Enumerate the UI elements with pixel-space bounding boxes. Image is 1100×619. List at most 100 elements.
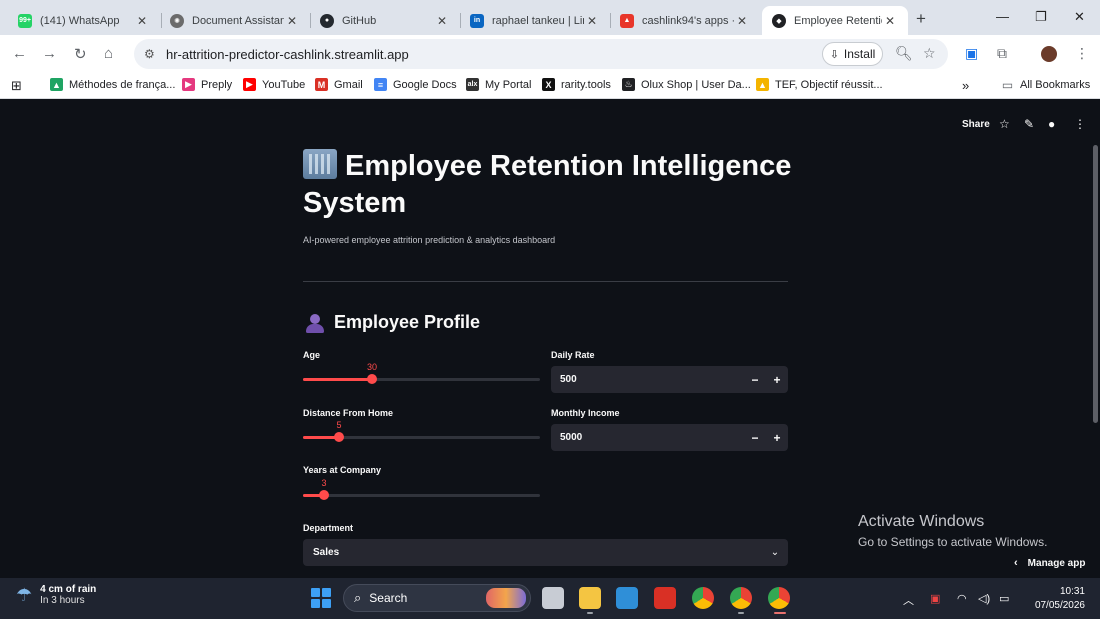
chevron-down-icon[interactable]: ⌄ [762,547,788,558]
openai-icon: ✺ [170,13,184,28]
distance-slider[interactable]: 5 [303,420,540,452]
bookmark-item[interactable]: ▶ YouTube [243,78,305,91]
bookmark-item[interactable]: ▲ TEF, Objectif réussit... [756,78,883,91]
bookmark-item[interactable]: ♨ Olux Shop | User Da... [622,78,751,91]
tab-title: raphael tankeu | Linkedin [492,14,584,27]
close-icon[interactable]: ✕ [584,14,600,28]
home-icon[interactable]: ⌂ [104,45,113,62]
forward-icon[interactable]: → [42,45,57,62]
tab-title: Document Assistant [192,14,284,27]
browser-tab-bar: 99+ (141) WhatsApp ✕ ✺ Document Assistan… [0,0,1100,35]
decrement-button[interactable]: − [744,431,766,445]
bookmark-item[interactable]: Xrarity.tools [542,78,611,91]
menu-kebab-icon[interactable]: ⋮ [1074,117,1086,131]
close-icon[interactable]: ✕ [134,14,150,28]
tab-title: GitHub [342,14,377,27]
chrome-icon[interactable] [692,587,714,609]
monthly-income-input[interactable]: 5000 − + [551,424,788,451]
bookmark-item[interactable]: ▶ Preply [182,78,232,91]
close-icon[interactable]: ✕ [284,14,300,28]
search-label: Search [369,591,408,605]
slider-thumb[interactable] [334,432,344,442]
edit-pencil-icon[interactable]: ✎ [1024,117,1034,131]
close-icon[interactable]: ✕ [882,14,898,28]
streamlit-icon: ▲ [620,13,634,28]
volume-icon[interactable]: ◁) [978,592,990,605]
address-url[interactable]: hr-attrition-predictor-cashlink.streamli… [166,47,409,62]
chevron-up-icon[interactable]: ︿ [903,592,914,608]
zoom-icon[interactable]: 🔍︎ [895,45,913,62]
bookmark-item[interactable]: alx My Portal [466,78,531,91]
star-icon[interactable]: ☆ [999,117,1010,131]
tab-linkedin[interactable]: in raphael tankeu | Linkedin ✕ [460,6,610,35]
github-icon[interactable]: ● [1048,117,1055,131]
chrome-profile-icon[interactable] [730,587,752,609]
page-scrollbar[interactable] [1093,145,1098,423]
apps-grid-icon[interactable]: ⊞ [11,78,22,94]
increment-button[interactable]: + [766,431,788,445]
pdf-reader-icon[interactable] [654,587,676,609]
close-window-icon[interactable]: ✕ [1074,9,1085,25]
new-tab-icon[interactable]: + [916,9,926,29]
department-select[interactable]: Sales ⌄ [303,539,788,566]
close-icon[interactable]: ✕ [434,14,450,28]
age-label: Age [303,350,321,360]
slider-fill [303,378,372,381]
bookmark-item[interactable]: M Gmail [315,78,363,91]
running-indicator [738,612,744,614]
docs-icon: ≡ [374,78,387,91]
taskbar-clock[interactable]: 10:31 07/05/2026 [1030,585,1085,613]
back-icon[interactable]: ← [12,45,27,62]
store-icon[interactable] [616,587,638,609]
bookmark-item[interactable]: ≡ Google Docs [374,78,457,91]
drive-icon: ▲ [50,78,63,91]
search-icon: ⌕ [354,590,362,605]
taskbar-search[interactable]: ⌕ Search [343,584,531,612]
daily-rate-input[interactable]: 500 − + [551,366,788,393]
extension-icon[interactable]: ▣ [965,45,978,62]
tab-employee-retention[interactable]: ◆ Employee Retention ✕ [762,6,908,35]
menu-kebab-icon[interactable]: ⋮ [1075,45,1089,62]
extensions-puzzle-icon[interactable]: ⧉ [997,45,1007,62]
age-slider[interactable]: 30 [303,362,540,394]
slider-thumb[interactable] [319,490,329,500]
chrome-active-icon[interactable] [768,587,790,609]
more-bookmarks-icon[interactable]: » [962,78,969,93]
bookmark-star-icon[interactable]: ☆ [923,45,936,62]
close-icon[interactable]: ✕ [734,14,750,28]
department-value[interactable]: Sales [303,547,762,558]
tray-app-icon[interactable]: ▣ [930,592,940,605]
reload-icon[interactable]: ↻ [74,45,87,63]
minimize-icon[interactable]: — [996,9,1009,24]
flame-icon: ♨ [622,78,635,91]
windows-start-icon[interactable] [311,588,331,608]
page-title: Employee Retention Intelligence System [303,149,792,219]
watermark-title: Activate Windows [858,513,985,530]
slider-thumb[interactable] [367,374,377,384]
decrement-button[interactable]: − [744,373,766,387]
increment-button[interactable]: + [766,373,788,387]
file-explorer-icon[interactable] [579,587,601,609]
weather-widget[interactable]: ☂ 4 cm of rain In 3 hours [16,584,96,606]
site-info-icon[interactable]: ⚙ [144,47,158,61]
slider-track[interactable] [303,494,540,497]
bookmark-item[interactable]: ▲ Méthodes de frança... [50,78,175,91]
daily-rate-value[interactable]: 500 [551,374,744,385]
restore-icon[interactable]: ❐ [1035,9,1047,25]
all-bookmarks[interactable]: ▭ All Bookmarks [1001,78,1090,92]
tab-github[interactable]: ● GitHub ✕ [310,6,460,35]
tab-whatsapp[interactable]: 99+ (141) WhatsApp ✕ [8,6,160,35]
monthly-income-value[interactable]: 5000 [551,432,744,443]
install-app-button[interactable]: ⇩ Install [822,42,883,66]
manage-app-button[interactable]: ‹ Manage app [1014,557,1085,569]
years-slider[interactable]: 3 [303,478,540,510]
profile-avatar[interactable] [1041,46,1057,62]
search-highlight-image [486,588,526,608]
task-view-icon[interactable] [542,587,564,609]
wifi-icon[interactable]: ◠ [957,592,967,605]
share-button[interactable]: Share [962,119,990,130]
active-indicator [774,612,786,614]
tab-streamlit-apps[interactable]: ▲ cashlink94's apps · Streamlit ✕ [610,6,760,35]
tab-document-assistant[interactable]: ✺ Document Assistant ✕ [160,6,310,35]
battery-icon[interactable]: ▭ [999,592,1009,605]
